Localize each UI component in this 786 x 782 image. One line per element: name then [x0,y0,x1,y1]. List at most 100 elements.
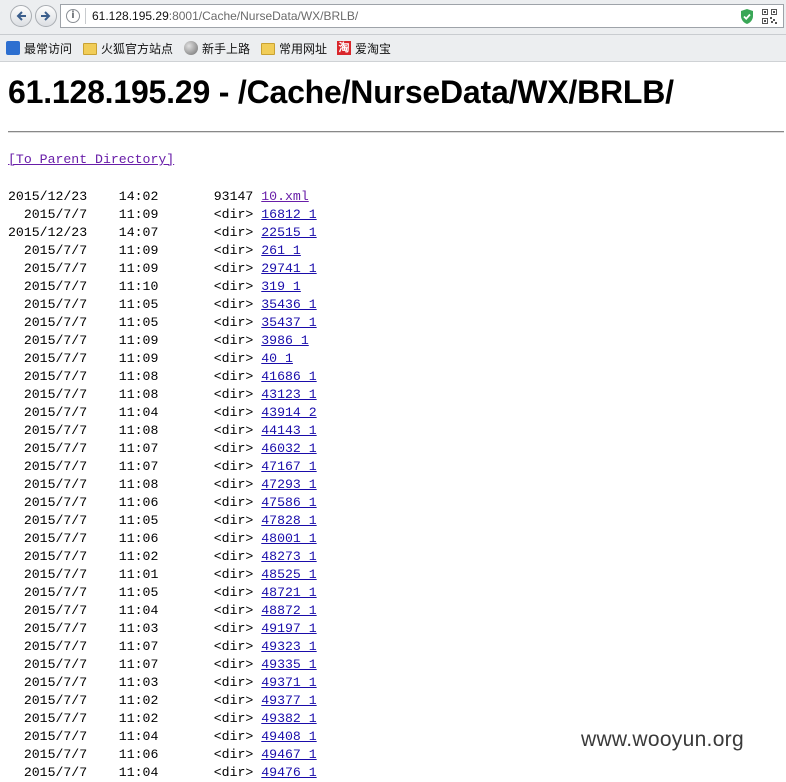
entry-date: 2015/12/23 [8,189,88,204]
entry-time: 11:04 [118,765,159,780]
entry-link[interactable]: 43123_1 [261,387,316,402]
entry-link[interactable]: 40_1 [261,351,293,366]
listing-row: 2015/7/7 11:05 <dir> 47828_1 [8,513,317,528]
entry-link[interactable]: 49197_1 [261,621,316,636]
entry-time: 11:04 [118,405,159,420]
entry-time: 11:06 [118,495,159,510]
entry-size: <dir> [158,315,254,330]
entry-link[interactable]: 48525_1 [261,567,316,582]
listing-row: 2015/7/7 11:04 <dir> 43914_2 [8,405,317,420]
entry-link[interactable]: 261_1 [261,243,301,258]
parent-directory-link[interactable]: [To Parent Directory] [8,152,174,167]
entry-time: 11:08 [118,423,159,438]
folder-icon [261,43,275,55]
entry-link[interactable]: 46032_1 [261,441,316,456]
entry-time: 11:05 [118,513,159,528]
entry-link[interactable]: 3986_1 [261,333,308,348]
listing-row: 2015/7/7 11:06 <dir> 48001_1 [8,531,317,546]
entry-link[interactable]: 41686_1 [261,369,316,384]
entry-link[interactable]: 22515_1 [261,225,316,240]
entry-link[interactable]: 319_1 [261,279,301,294]
parent-link-line: [To Parent Directory] [8,151,174,169]
entry-link[interactable]: 43914_2 [261,405,316,420]
listing-row: 2015/7/7 11:05 <dir> 48721_1 [8,585,317,600]
entry-link[interactable]: 35436_1 [261,297,316,312]
entry-date: 2015/7/7 [8,315,88,330]
entry-size: <dir> [158,729,254,744]
bookmark-label: 新手上路 [202,41,251,56]
entry-time: 11:07 [118,441,159,456]
entry-link[interactable]: 29741_1 [261,261,316,276]
url-divider [85,8,86,24]
url-text[interactable]: 61.128.195.29:8001/Cache/NurseData/WX/BR… [92,8,358,24]
listing-row: 2015/7/7 11:07 <dir> 46032_1 [8,441,317,456]
entry-date: 2015/7/7 [8,639,88,654]
bookmark-label: 火狐官方站点 [101,41,174,56]
entry-link[interactable]: 48872_1 [261,603,316,618]
entry-time: 11:08 [118,477,159,492]
entry-link[interactable]: 49467_1 [261,747,316,762]
listing-row: 2015/7/7 11:03 <dir> 49371_1 [8,675,317,690]
listing-row: 2015/7/7 11:04 <dir> 49476_1 [8,765,317,780]
entry-link[interactable]: 35437_1 [261,315,316,330]
entry-link[interactable]: 47828_1 [261,513,316,528]
back-arrow-icon [16,11,26,21]
entry-link[interactable]: 49377_1 [261,693,316,708]
entry-link[interactable]: 49335_1 [261,657,316,672]
forward-button[interactable] [35,5,57,27]
entry-date: 2015/7/7 [8,261,88,276]
bookmark-ai-taobao[interactable]: 淘 爱淘宝 [337,39,391,57]
entry-size: <dir> [158,621,254,636]
security-shield-icon[interactable] [739,8,755,25]
entry-time: 11:09 [118,261,159,276]
entry-link[interactable]: 48721_1 [261,585,316,600]
bookmark-common-sites[interactable]: 常用网址 [261,39,327,57]
entry-date: 2015/7/7 [8,549,88,564]
globe-icon [184,41,198,55]
back-button[interactable] [10,5,32,27]
entry-time: 11:04 [118,603,159,618]
entry-size: <dir> [158,603,254,618]
bookmark-most-visited[interactable]: 最常访问 [6,39,72,57]
entry-link[interactable]: 49382_1 [261,711,316,726]
entry-link[interactable]: 49408_1 [261,729,316,744]
entry-link[interactable]: 47586_1 [261,495,316,510]
entry-link[interactable]: 16812_1 [261,207,316,222]
entry-link[interactable]: 44143_1 [261,423,316,438]
listing-row: 2015/7/7 11:09 <dir> 16812_1 [8,207,317,222]
entry-link[interactable]: 48001_1 [261,531,316,546]
taobao-icon: 淘 [337,41,351,55]
listing-row: 2015/7/7 11:09 <dir> 3986_1 [8,333,309,348]
entry-link[interactable]: 48273_1 [261,549,316,564]
bookmark-getting-started[interactable]: 新手上路 [184,39,250,57]
entry-time: 14:02 [118,189,159,204]
entry-link[interactable]: 49323_1 [261,639,316,654]
listing-row: 2015/7/7 11:08 <dir> 47293_1 [8,477,317,492]
entry-link[interactable]: 49371_1 [261,675,316,690]
qr-code-icon[interactable] [762,9,777,24]
entry-date: 2015/7/7 [8,333,88,348]
folder-icon [83,43,97,55]
entry-link[interactable]: 10.xml [261,189,308,204]
entry-date: 2015/7/7 [8,765,88,780]
entry-time: 11:06 [118,531,159,546]
entry-date: 2015/7/7 [8,693,88,708]
entry-time: 11:06 [118,747,159,762]
listing-row: 2015/7/7 11:06 <dir> 47586_1 [8,495,317,510]
entry-time: 11:04 [118,729,159,744]
entry-date: 2015/7/7 [8,621,88,636]
entry-size: 93147 [158,189,254,204]
page-content: 61.128.195.29 - /Cache/NurseData/WX/BRLB… [8,62,786,780]
entry-link[interactable]: 49476_1 [261,765,316,780]
bookmark-firefox-official[interactable]: 火狐官方站点 [83,39,173,57]
address-bar[interactable]: i 61.128.195.29:8001/Cache/NurseData/WX/… [60,4,784,28]
entry-date: 2015/7/7 [8,477,88,492]
bookmarks-bar: 最常访问 火狐官方站点 新手上路 常用网址 淘 爱淘宝 [0,35,786,62]
entry-date: 2015/7/7 [8,729,88,744]
entry-link[interactable]: 47293_1 [261,477,316,492]
entry-link[interactable]: 47167_1 [261,459,316,474]
entry-time: 11:03 [118,675,159,690]
entry-size: <dir> [158,459,254,474]
entry-date: 2015/7/7 [8,585,88,600]
site-info-icon[interactable]: i [66,9,80,23]
